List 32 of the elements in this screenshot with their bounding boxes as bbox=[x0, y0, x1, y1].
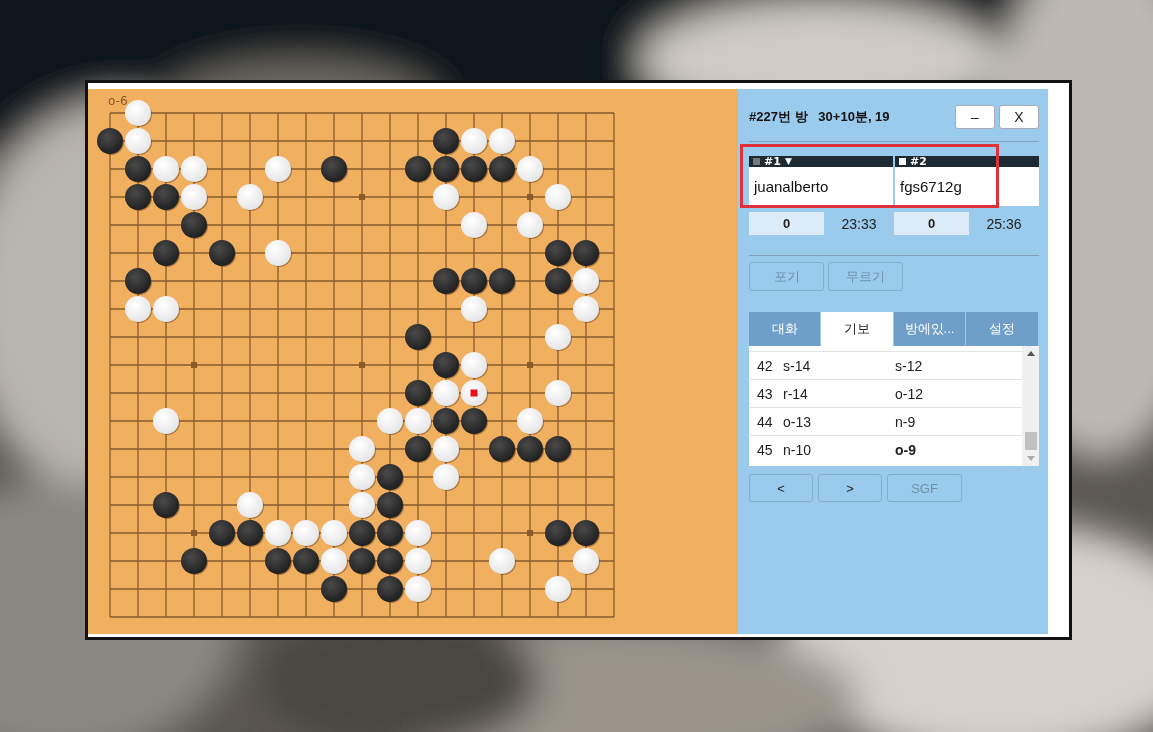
captures-count: 0 bbox=[749, 212, 824, 235]
nav-button[interactable]: < bbox=[749, 474, 813, 502]
scroll-down-icon[interactable] bbox=[1026, 456, 1035, 461]
move-coordinate: n-9 bbox=[895, 413, 916, 430]
player-name: juanalberto bbox=[749, 167, 893, 206]
scrollbar[interactable] bbox=[1022, 346, 1039, 466]
room-title: #227번 방 30+10분, 19 bbox=[749, 108, 890, 126]
move-coordinate: o-13 bbox=[783, 413, 813, 430]
time-remaining: 23:33 bbox=[840, 215, 878, 232]
player-number: #2 bbox=[910, 156, 927, 167]
move-coordinate: o-12 bbox=[895, 385, 924, 402]
player-name: fgs6712g bbox=[895, 167, 1039, 206]
move-number: 42 bbox=[756, 357, 774, 374]
tab[interactable]: 기보 bbox=[821, 312, 894, 346]
coordinate-label: o-6 bbox=[108, 94, 128, 108]
dropdown-icon[interactable]: ▼ bbox=[784, 156, 792, 167]
move-coordinate: r-14 bbox=[783, 385, 809, 402]
player-number: #1 bbox=[764, 156, 781, 167]
window-button[interactable]: – bbox=[955, 105, 995, 129]
move-coordinate: s-14 bbox=[783, 357, 812, 374]
move-number: 44 bbox=[756, 413, 774, 430]
move-coordinate: n-10 bbox=[783, 441, 813, 458]
move-coordinate: o-9 bbox=[895, 441, 916, 458]
scroll-up-icon[interactable] bbox=[1026, 351, 1035, 356]
captures-count: 0 bbox=[894, 212, 969, 235]
move-number: 43 bbox=[756, 385, 774, 402]
scroll-thumb[interactable] bbox=[1024, 432, 1037, 450]
nav-button[interactable]: > bbox=[818, 474, 882, 502]
move-number: 45 bbox=[756, 441, 774, 458]
move-coordinate: s-12 bbox=[895, 357, 923, 374]
window-button[interactable]: X bbox=[999, 105, 1039, 129]
time-remaining: 25:36 bbox=[985, 215, 1023, 232]
